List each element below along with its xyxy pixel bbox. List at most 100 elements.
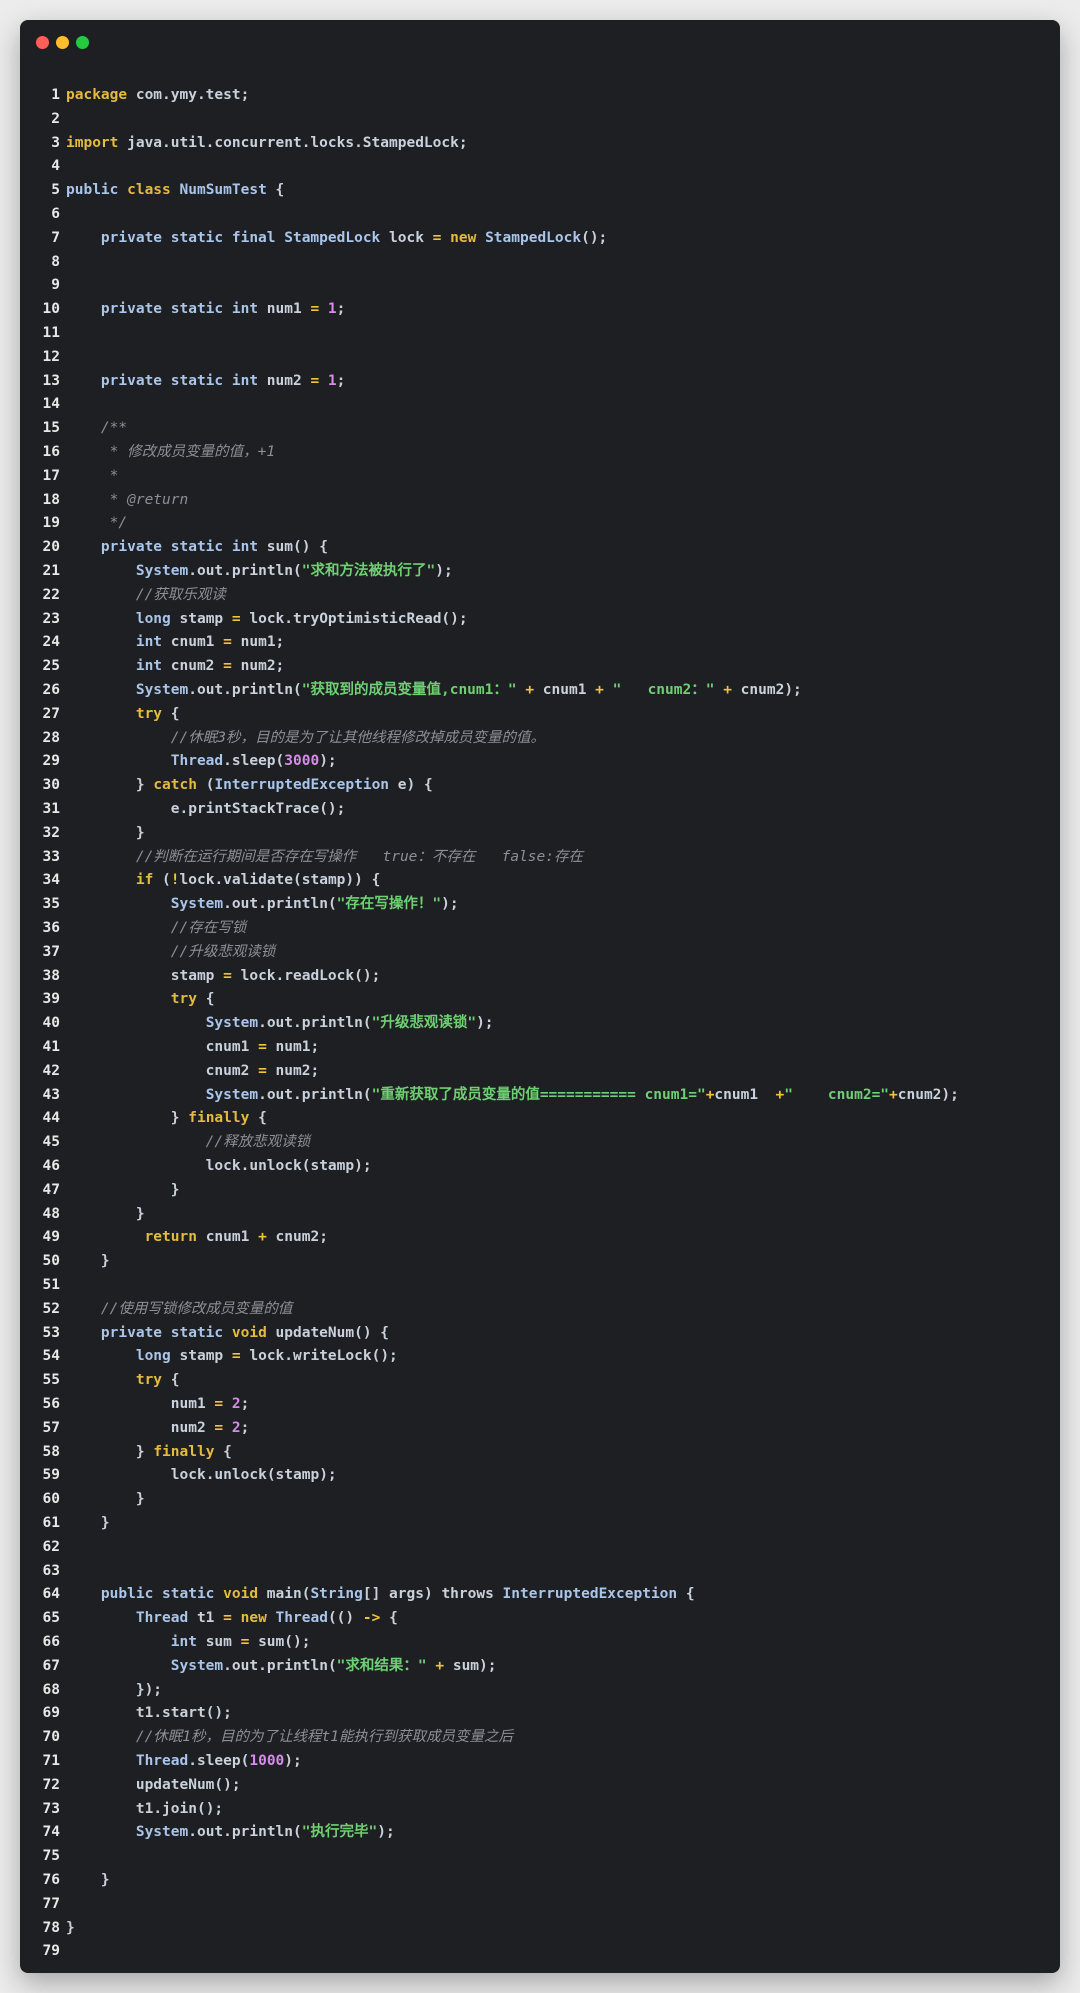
- line-number: 46: [42, 1158, 60, 1174]
- code-token: updateNum: [275, 1324, 355, 1341]
- line-source: //休眠3秒，目的是为了让其他线程修改掉成员变量的值。: [66, 727, 545, 751]
- code-token: (: [362, 1086, 372, 1103]
- code-token: .: [188, 1753, 197, 1769]
- code-token: ();: [354, 967, 381, 984]
- code-token: println: [266, 1657, 328, 1674]
- code-token: =: [258, 1062, 276, 1079]
- code-token: (: [293, 1824, 302, 1841]
- line-source: Thread t1 = new Thread(() -> {: [66, 1607, 398, 1631]
- code-token: });: [135, 1681, 163, 1698]
- code-token: =: [432, 229, 451, 246]
- line-source: int sum = sum();: [66, 1631, 311, 1655]
- code-token: num1: [266, 301, 311, 318]
- zoom-window-button[interactable]: [76, 36, 89, 49]
- line-number: 5: [51, 182, 60, 199]
- code-token: );: [435, 563, 453, 579]
- minimize-window-button[interactable]: [56, 36, 69, 49]
- code-token: join: [162, 1800, 197, 1817]
- line-source: return cnum1 + cnum2;: [66, 1226, 328, 1250]
- code-token: .: [188, 682, 197, 698]
- line-number: 30: [42, 777, 60, 794]
- code-token: .: [284, 610, 294, 627]
- code-token: =: [214, 1419, 232, 1436]
- code-token: cnum2;: [275, 1229, 328, 1246]
- code-token: updateNum: [66, 1776, 215, 1793]
- code-token: ;: [336, 301, 346, 318]
- line-number: 73: [42, 1800, 60, 1817]
- line-source: }: [66, 1488, 145, 1512]
- code-token: main: [266, 1586, 302, 1603]
- line-number: 61: [42, 1515, 60, 1531]
- line-number: 6: [51, 206, 60, 222]
- code-token: =: [223, 1610, 241, 1627]
- line-source: lock.unlock(stamp);: [66, 1464, 337, 1488]
- code-token: stamp: [301, 872, 346, 889]
- code-token: (: [293, 682, 302, 698]
- code-token: sum: [266, 539, 293, 556]
- code-token: }: [135, 1491, 145, 1508]
- line-source: e.printStackTrace();: [66, 798, 346, 822]
- line-source: } finally {: [66, 1441, 232, 1465]
- code-token: (: [327, 896, 337, 913]
- code-token: (: [275, 753, 285, 770]
- code-token: stamp: [179, 610, 232, 627]
- code-token: tryOptimisticRead: [293, 610, 442, 627]
- line-source: try {: [66, 703, 180, 727]
- code-token: ();: [441, 610, 468, 627]
- code-token: }: [170, 1181, 180, 1198]
- code-token: private static int: [100, 301, 267, 318]
- code-token: InterruptedException: [214, 777, 398, 794]
- line-source: try {: [66, 1369, 180, 1393]
- code-token: Thread: [170, 753, 224, 770]
- code-token: private static: [100, 1324, 232, 1341]
- code-token: lock: [179, 872, 215, 889]
- code-token: .: [188, 1824, 197, 1841]
- close-window-button[interactable]: [36, 36, 49, 49]
- line-source: */: [66, 512, 127, 536]
- line-source: cnum1 = num1;: [66, 1036, 320, 1060]
- line-source: });: [66, 1679, 162, 1703]
- code-token: validate: [223, 872, 294, 889]
- line-number: 45: [42, 1134, 60, 1151]
- code-token: ();: [284, 1634, 311, 1650]
- code-token: .: [275, 967, 285, 984]
- line-number: 59: [42, 1467, 60, 1484]
- line-source: }: [66, 822, 145, 846]
- code-token: =: [223, 634, 241, 651]
- code-token: 1: [327, 301, 337, 318]
- line-number: 23: [42, 610, 60, 627]
- code-token: =: [310, 301, 328, 318]
- code-token: //休眠1秒，目的为了让线程t1能执行到获取成员变量之后: [66, 1729, 513, 1746]
- code-token: (: [162, 872, 171, 889]
- code-token: " cnum2：": [612, 682, 715, 698]
- code-token: cnum2: [170, 658, 224, 675]
- code-token: *: [66, 467, 119, 484]
- code-token: }: [100, 1253, 110, 1270]
- line-number: 12: [42, 348, 60, 365]
- window-titlebar: [20, 20, 1060, 72]
- code-token: cnum1: [542, 682, 587, 698]
- code-token: void: [231, 1324, 276, 1341]
- line-number: 15: [42, 420, 60, 437]
- code-token: //释放悲观读锁: [66, 1134, 311, 1151]
- code-token: +: [258, 1229, 276, 1246]
- code-token: void: [223, 1586, 267, 1603]
- code-token: {: [389, 1610, 398, 1627]
- line-number: 27: [42, 705, 60, 722]
- line-number: 72: [42, 1776, 60, 1793]
- code-token: out: [266, 1086, 294, 1103]
- code-token: StampedLock: [485, 229, 582, 246]
- line-number: 79: [42, 1943, 60, 1960]
- code-token: ) {: [406, 777, 433, 794]
- code-token: }: [135, 1443, 154, 1460]
- code-token: .: [188, 563, 197, 579]
- line-source: //获取乐观读: [66, 584, 226, 608]
- code-token: t1: [66, 1705, 154, 1722]
